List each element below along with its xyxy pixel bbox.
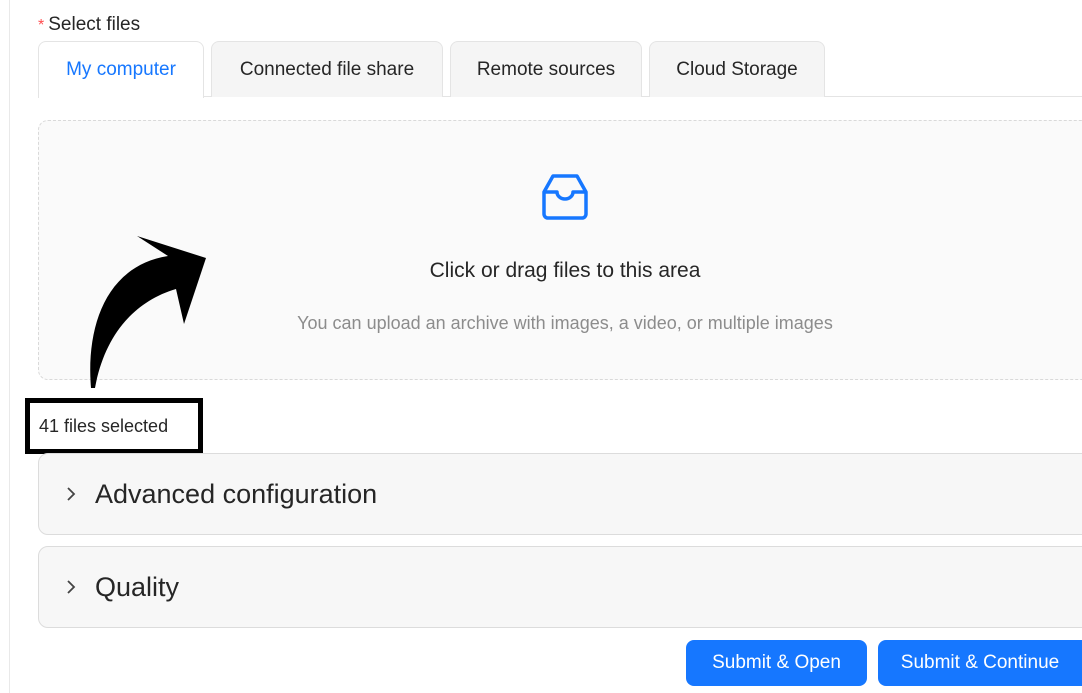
inbox-icon <box>542 174 588 220</box>
tab-my-computer[interactable]: My computer <box>38 41 204 98</box>
upload-form: * Select files My computer Connected file… <box>0 0 1082 693</box>
tab-remote-sources[interactable]: Remote sources <box>450 41 642 97</box>
left-divider <box>9 0 10 693</box>
submit-open-button[interactable]: Submit & Open <box>686 640 867 686</box>
advanced-configuration-title: Advanced configuration <box>95 478 378 509</box>
chevron-right-icon <box>61 577 81 597</box>
files-selected-count: 41 files selected <box>39 415 169 436</box>
advanced-configuration-panel[interactable]: Advanced configuration <box>38 453 1082 535</box>
chevron-right-icon <box>61 484 81 504</box>
select-files-label: * Select files <box>38 14 140 36</box>
required-marker: * <box>38 17 45 34</box>
files-selected-highlight: 41 files selected <box>25 398 203 454</box>
quality-title: Quality <box>95 571 180 602</box>
tab-cloud-storage[interactable]: Cloud Storage <box>649 41 825 97</box>
tab-connected-file-share[interactable]: Connected file share <box>211 41 443 97</box>
quality-panel[interactable]: Quality <box>38 546 1082 628</box>
annotation-arrow-icon <box>90 236 206 388</box>
source-tabs: My computer Connected file share Remote … <box>38 41 1082 98</box>
select-files-label-text: Select files <box>48 14 141 35</box>
submit-continue-button[interactable]: Submit & Continue <box>878 640 1082 686</box>
